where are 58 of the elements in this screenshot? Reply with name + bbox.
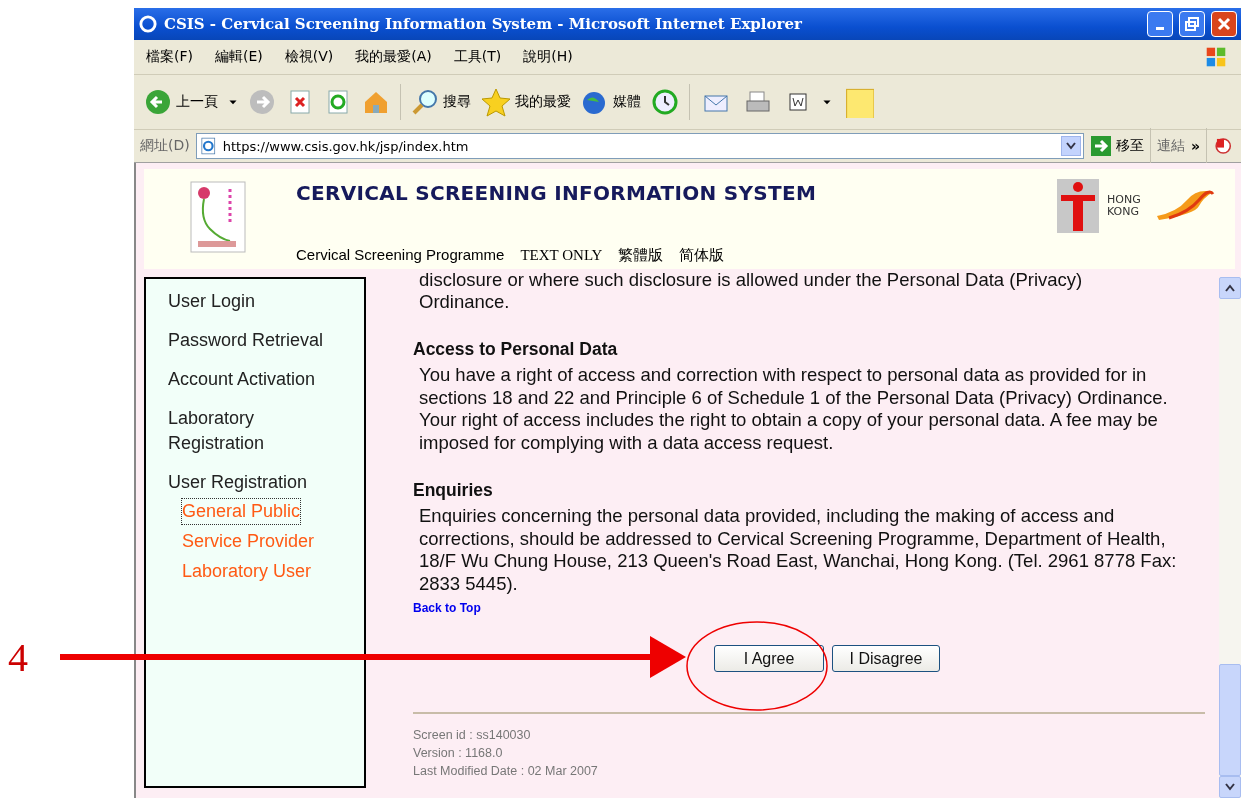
section-text: Enquiries concerning the personal data provided, including the making of access and corrections, should be addressed to Cervical Screening Programme, Department of Health, 18/F Wu Chung House, 213 Queen's Road East, Wanchai, Hong Kong. (Tel. 2961 8778 Fax: 2833 5445). (419, 505, 1178, 595)
minimize-icon (1156, 27, 1164, 30)
body-text: disclosure or where such disclosure is allowed under the Personal Data (Privacy) (419, 269, 1084, 291)
chevron-down-icon (1065, 142, 1076, 150)
chevron-up-icon (1225, 284, 1235, 292)
scroll-thumb[interactable] (1219, 664, 1241, 776)
scrollbar[interactable] (1219, 277, 1241, 798)
scroll-down-button[interactable] (1219, 776, 1241, 798)
footer-info: Screen id : ss140030 (413, 727, 532, 744)
scroll-up-button[interactable] (1219, 277, 1241, 299)
footer-info: Last Modified Date : 02 Mar 2007 (413, 763, 599, 780)
site-title: CERVICAL SCREENING INFORMATION SYSTEM (296, 181, 818, 205)
favorites-button[interactable]: 我的最愛 (481, 87, 571, 117)
back-to-top-link[interactable]: Back to Top (413, 601, 481, 615)
close-button[interactable] (1211, 11, 1237, 37)
address-label: 網址(D) (140, 137, 190, 155)
more-links-button[interactable]: » (1190, 138, 1200, 154)
programme-logo (190, 181, 246, 253)
restore-icon (1185, 17, 1199, 31)
header-link[interactable]: TEXT ONLY (520, 247, 603, 264)
nav-link[interactable]: User Login (168, 289, 348, 314)
header-link[interactable]: 简体版 (679, 246, 725, 265)
menu-item[interactable]: 編輯(E) (215, 48, 263, 66)
menu-item[interactable]: 我的最愛(A) (355, 48, 432, 66)
media-button[interactable]: 媒體 (581, 88, 641, 116)
back-button[interactable]: 上一頁 (144, 88, 218, 116)
disagree-button[interactable]: I Disagree (832, 645, 940, 672)
go-button[interactable]: 移至 (1089, 135, 1144, 157)
nav-link[interactable]: Account Activation (168, 367, 348, 392)
section-heading: Enquiries (413, 480, 494, 501)
nav-link[interactable]: Password Retrieval (168, 328, 348, 353)
menu-item[interactable]: 工具(T) (453, 48, 502, 66)
menu-item[interactable]: 檔案(F) (146, 48, 193, 66)
footer-info: Version : 1168.0 (413, 745, 504, 762)
search-button[interactable]: 搜尋 (411, 88, 471, 116)
minimize-button[interactable] (1147, 11, 1173, 37)
window-title: CSIS - Cervical Screening Information System - Microsoft Internet Explorer (164, 15, 803, 33)
step-number: 4 (8, 634, 28, 681)
body-text: Ordinance. (419, 291, 511, 313)
agree-button[interactable]: I Agree (714, 645, 824, 672)
header-link[interactable]: Cervical Screening Programme (296, 246, 505, 263)
history-icon (651, 88, 679, 116)
section-heading: Access to Personal Data (413, 339, 619, 360)
address-field[interactable]: https://www.csis.gov.hk/jsp/index.htm (195, 133, 1084, 159)
close-icon (1217, 17, 1231, 31)
links-button[interactable]: 連結 (1156, 137, 1185, 155)
star-icon (481, 87, 511, 117)
restore-button[interactable] (1179, 11, 1205, 37)
nav-link[interactable]: Laboratory Registration (168, 406, 348, 456)
section-text: You have a right of access and correction with respect to personal data as provided for in sections 18 and 22 and Principle 6 of Schedule 1 of the Personal Data (Privacy) Ordinance. Your right of access includes the right to obtain a copy of your personal data. A fee may be imposed for complying with a data access request. (419, 364, 1169, 454)
menu-item[interactable]: 檢視(V) (284, 48, 334, 66)
address-dropdown[interactable] (1060, 136, 1081, 156)
search-icon (411, 88, 439, 116)
chevron-down-icon (1225, 783, 1235, 791)
header-link[interactable]: 繁體版 (618, 246, 664, 265)
menu-item[interactable]: 說明(H) (523, 48, 573, 66)
hong-kong-logo-text: HONG KONG (1107, 194, 1142, 218)
nav-link[interactable]: User Registration (168, 470, 348, 495)
